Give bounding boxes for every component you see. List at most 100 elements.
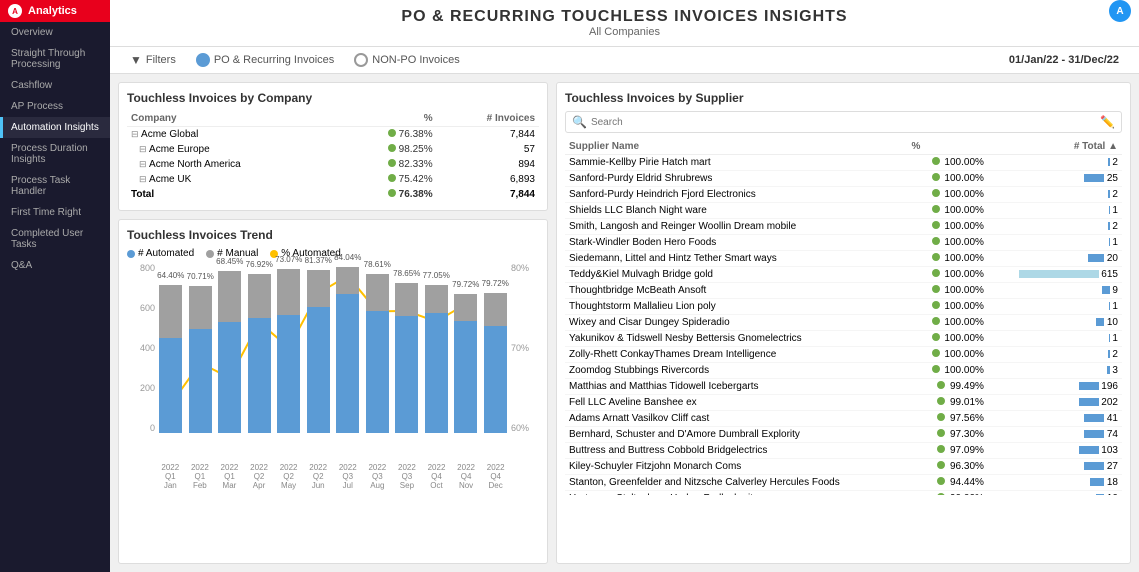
table-row[interactable]: Hartmann-Stoltenberg Harbor Padlockurity… bbox=[565, 491, 1122, 496]
total-bar bbox=[1079, 398, 1099, 406]
table-row[interactable]: Buttress and Buttress Cobbold Bridgelect… bbox=[565, 443, 1122, 459]
nonpo-radio[interactable]: NON-PO Invoices bbox=[354, 53, 459, 67]
bar-group: 70.71% bbox=[187, 263, 215, 433]
table-row[interactable]: Sanford-Purdy Eldrid Shrubrews 100.00% 2… bbox=[565, 171, 1122, 187]
supplier-table: Supplier Name % # Total ▲ bbox=[565, 139, 1122, 155]
sidebar-item-first-time[interactable]: First Time Right bbox=[0, 202, 110, 223]
pct-indicator bbox=[932, 349, 940, 357]
sidebar-header: A Analytics bbox=[0, 0, 110, 22]
sidebar-item-qa[interactable]: Q&A bbox=[0, 255, 110, 276]
company-invoices: 7,844 bbox=[437, 187, 539, 202]
table-row[interactable]: Wixey and Cisar Dungey Spideradio 100.00… bbox=[565, 315, 1122, 331]
company-card: Touchless Invoices by Company Company % … bbox=[118, 82, 548, 211]
pct-indicator bbox=[937, 477, 945, 485]
table-row[interactable]: Bernhard, Schuster and D'Amore Dumbrall … bbox=[565, 427, 1122, 443]
filterbar: ▼ Filters PO & Recurring Invoices NON-PO… bbox=[110, 47, 1139, 74]
sidebar: A Analytics Overview Straight Through Pr… bbox=[0, 0, 110, 572]
sidebar-item-overview[interactable]: Overview bbox=[0, 22, 110, 43]
supplier-name: Sanford-Purdy Heindrich Fjord Electronic… bbox=[565, 187, 913, 203]
filters-button[interactable]: ▼ Filters bbox=[130, 53, 176, 67]
sidebar-item-ap[interactable]: AP Process bbox=[0, 96, 110, 117]
supplier-pct: 99.49% bbox=[913, 379, 988, 395]
supplier-scroll[interactable]: Sammie-Kellby Pirie Hatch mart 100.00% 2… bbox=[565, 155, 1122, 495]
bar-group: 84.04% bbox=[334, 263, 362, 433]
pct-indicator bbox=[932, 237, 940, 245]
supplier-name: Stark-Windler Boden Hero Foods bbox=[565, 235, 913, 251]
table-row[interactable]: Zolly-Rhett ConkayThames Dream Intellige… bbox=[565, 347, 1122, 363]
table-row[interactable]: Thoughtstorm Mallalieu Lion poly 100.00%… bbox=[565, 299, 1122, 315]
table-row[interactable]: Stanton, Greenfelder and Nitzsche Calver… bbox=[565, 475, 1122, 491]
total-bar bbox=[1096, 494, 1104, 495]
supplier-total: 25 bbox=[988, 171, 1122, 187]
table-row[interactable]: Adams Arnatt Vasilkov Cliff cast 97.56% … bbox=[565, 411, 1122, 427]
auto-bar bbox=[484, 326, 507, 433]
pct-dot bbox=[388, 144, 396, 152]
bar-pct-label: 77.05% bbox=[423, 271, 451, 280]
table-row[interactable]: Shields LLC Blanch Night ware 100.00% 1 bbox=[565, 203, 1122, 219]
table-row[interactable]: Thoughtbridge McBeath Ansoft 100.00% 9 bbox=[565, 283, 1122, 299]
table-row[interactable]: Zoomdog Stubbings Rivercords 100.00% 3 bbox=[565, 363, 1122, 379]
pct-indicator bbox=[932, 253, 940, 261]
manual-bar bbox=[277, 269, 300, 315]
logo-icon: A bbox=[8, 4, 22, 18]
sidebar-item-automation[interactable]: Automation Insights bbox=[0, 117, 110, 138]
sidebar-item-process-task[interactable]: Process Task Handler bbox=[0, 170, 110, 202]
manual-bar bbox=[484, 293, 507, 326]
supplier-name: Stanton, Greenfelder and Nitzsche Calver… bbox=[565, 475, 913, 491]
x-label: 2022Q2May bbox=[275, 463, 302, 490]
po-recurring-radio[interactable]: PO & Recurring Invoices bbox=[196, 53, 334, 67]
sidebar-item-cashflow[interactable]: Cashflow bbox=[0, 75, 110, 96]
table-row[interactable]: Siedemann, Littel and Hintz Tether Smart… bbox=[565, 251, 1122, 267]
company-card-title: Touchless Invoices by Company bbox=[127, 91, 539, 105]
pct-indicator bbox=[937, 461, 945, 469]
sidebar-item-stp[interactable]: Straight Through Processing bbox=[0, 43, 110, 75]
total-bar bbox=[1084, 174, 1104, 182]
total-bar bbox=[1107, 366, 1109, 374]
col-invoices: # Invoices bbox=[437, 111, 539, 127]
search-input[interactable] bbox=[591, 117, 1096, 128]
total-bar bbox=[1108, 350, 1110, 358]
table-row[interactable]: Fell LLC Aveline Banshee ex 99.01% 202 bbox=[565, 395, 1122, 411]
company-name[interactable]: ⊟ Acme Global bbox=[127, 127, 341, 143]
table-row[interactable]: Sanford-Purdy Heindrich Fjord Electronic… bbox=[565, 187, 1122, 203]
sidebar-item-process-duration[interactable]: Process Duration Insights bbox=[0, 138, 110, 170]
supplier-total: 1 bbox=[988, 331, 1122, 347]
avatar[interactable]: A bbox=[1109, 0, 1131, 22]
manual-bar bbox=[159, 285, 182, 338]
table-row[interactable]: Sammie-Kellby Pirie Hatch mart 100.00% 2 bbox=[565, 155, 1122, 171]
table-row[interactable]: Stark-Windler Boden Hero Foods 100.00% 1 bbox=[565, 235, 1122, 251]
total-bar bbox=[1108, 158, 1110, 166]
pct-dot bbox=[388, 129, 396, 137]
table-row[interactable]: Teddy&Kiel Mulvagh Bridge gold 100.00% 6… bbox=[565, 267, 1122, 283]
bar-stack bbox=[366, 274, 389, 433]
bar-pct-label: 81.37% bbox=[305, 256, 333, 265]
supplier-total: 1 bbox=[988, 299, 1122, 315]
supplier-name: Buttress and Buttress Cobbold Bridgelect… bbox=[565, 443, 913, 459]
table-row[interactable]: Kiley-Schuyler Fitzjohn Monarch Coms 96.… bbox=[565, 459, 1122, 475]
table-row[interactable]: Yakunikov & Tidswell Nesby Bettersis Gno… bbox=[565, 331, 1122, 347]
supplier-col-total: # Total ▲ bbox=[924, 139, 1122, 155]
edit-icon[interactable]: ✏️ bbox=[1100, 115, 1115, 129]
sidebar-item-completed[interactable]: Completed User Tasks bbox=[0, 223, 110, 255]
manual-bar bbox=[425, 285, 448, 313]
company-invoices: 894 bbox=[437, 157, 539, 172]
bar-stack bbox=[248, 274, 271, 433]
company-name[interactable]: ⊟ Acme UK bbox=[127, 172, 341, 187]
supplier-total: 615 bbox=[988, 267, 1122, 283]
pct-indicator bbox=[937, 381, 945, 389]
supplier-pct: 100.00% bbox=[913, 219, 988, 235]
legend-manual-dot bbox=[206, 250, 214, 258]
table-row[interactable]: Matthias and Matthias Tidowell Icebergar… bbox=[565, 379, 1122, 395]
legend-auto-dot bbox=[127, 250, 135, 258]
pct-indicator bbox=[932, 269, 940, 277]
company-name[interactable]: ⊟ Acme North America bbox=[127, 157, 341, 172]
company-name[interactable]: Total bbox=[127, 187, 341, 202]
supplier-total: 10 bbox=[988, 315, 1122, 331]
table-row[interactable]: Smith, Langosh and Reinger Woollin Dream… bbox=[565, 219, 1122, 235]
x-label: 2022Q4Dec bbox=[482, 463, 509, 490]
left-panel: Touchless Invoices by Company Company % … bbox=[118, 82, 548, 564]
company-name[interactable]: ⊟ Acme Europe bbox=[127, 142, 341, 157]
x-label: 2022Q1Mar bbox=[216, 463, 243, 490]
pct-indicator bbox=[932, 301, 940, 309]
bar-group: 68.45% bbox=[216, 263, 244, 433]
